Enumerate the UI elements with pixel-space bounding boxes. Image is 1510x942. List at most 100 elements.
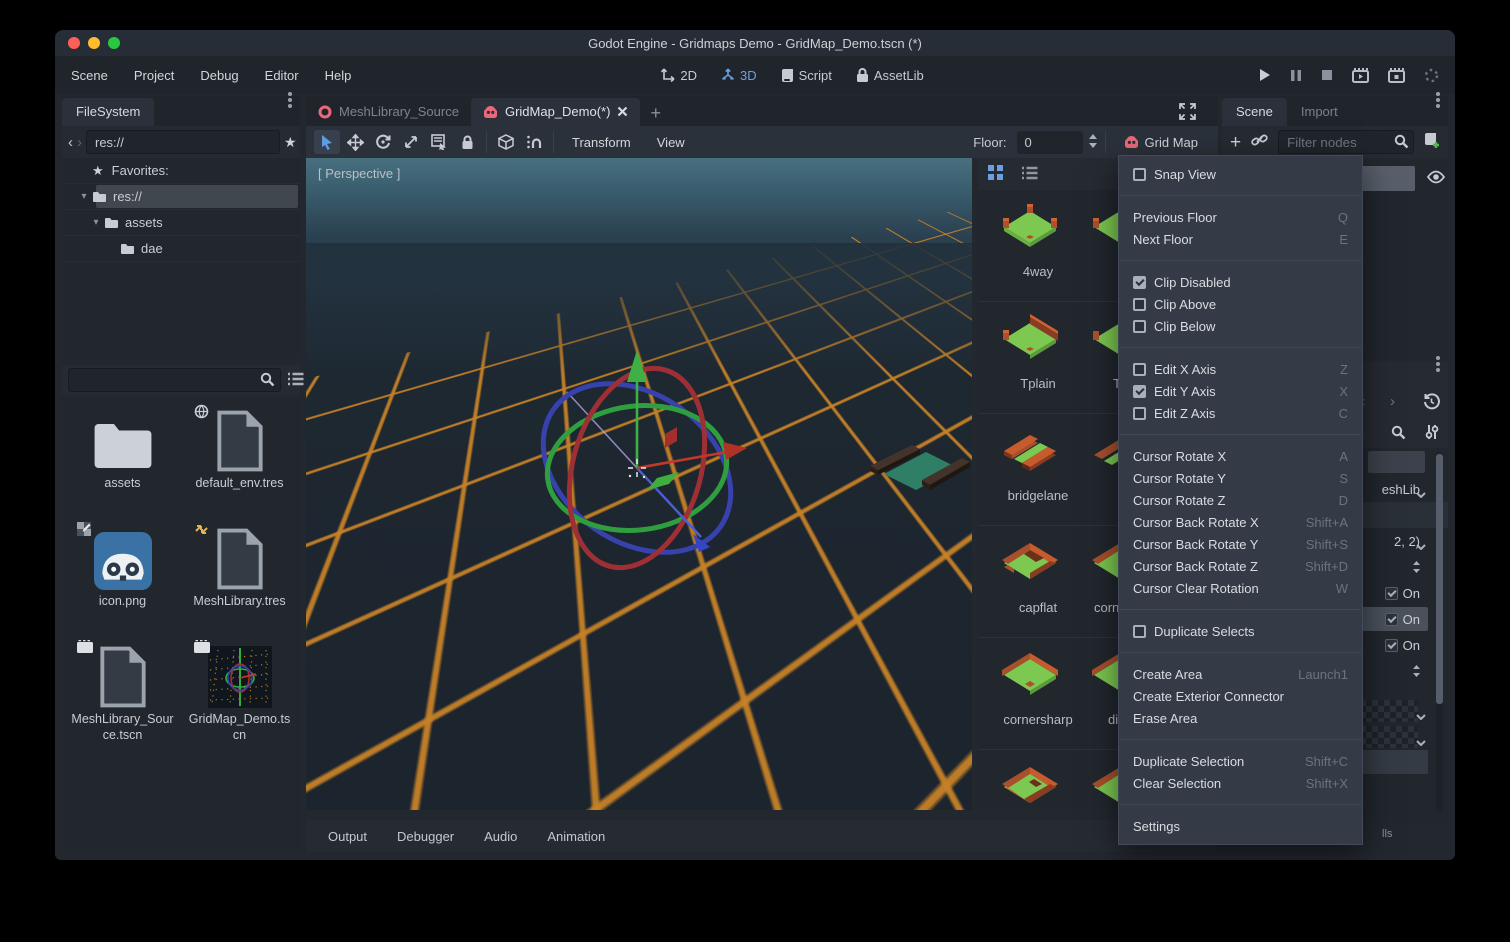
bottom-tab-audio[interactable]: Audio bbox=[484, 829, 517, 844]
file-item-assets[interactable]: assets bbox=[64, 406, 181, 524]
menu-item-cursor-back-rotate-y[interactable]: Cursor Back Rotate YShift+S bbox=[1119, 533, 1362, 555]
expand-viewport-icon[interactable] bbox=[1179, 103, 1196, 123]
menu-item-clip-disabled[interactable]: Clip Disabled bbox=[1119, 271, 1362, 293]
file-search-input[interactable] bbox=[68, 368, 281, 392]
new-tab-button[interactable]: + bbox=[640, 101, 671, 126]
favorite-star-button[interactable]: ★ bbox=[284, 134, 297, 151]
tab-import[interactable]: Import bbox=[1287, 98, 1352, 126]
menu-item-settings[interactable]: Settings bbox=[1119, 815, 1362, 837]
tree-item-favorites[interactable]: ★ Favorites: bbox=[62, 158, 300, 184]
history-forward-icon[interactable]: › bbox=[1390, 393, 1395, 410]
rotate-mode-button[interactable] bbox=[370, 130, 396, 154]
menu-item-create-exterior-connector[interactable]: Create Exterior Connector bbox=[1119, 685, 1362, 707]
close-window-button[interactable] bbox=[68, 37, 80, 49]
tab-filesystem[interactable]: FileSystem bbox=[62, 98, 154, 126]
mode-3d-button[interactable]: 3D bbox=[721, 68, 757, 83]
search-icon[interactable] bbox=[1391, 425, 1406, 443]
menu-item-cursor-back-rotate-x[interactable]: Cursor Back Rotate XShift+A bbox=[1119, 511, 1362, 533]
menu-item-cursor-back-rotate-z[interactable]: Cursor Back Rotate ZShift+D bbox=[1119, 555, 1362, 577]
chevron-down-icon[interactable]: ▾ bbox=[90, 217, 102, 228]
file-item-meshlibrary-tres[interactable]: MeshLibrary.tres bbox=[181, 524, 298, 642]
menu-item-previous-floor[interactable]: Previous FloorQ bbox=[1119, 206, 1362, 228]
menu-item-cursor-rotate-x[interactable]: Cursor Rotate XA bbox=[1119, 445, 1362, 467]
file-list-view-toggle[interactable] bbox=[287, 372, 304, 389]
history-icon[interactable] bbox=[1423, 393, 1440, 413]
view-menu[interactable]: View bbox=[645, 135, 697, 150]
menu-item-shortcut: Launch1 bbox=[1298, 667, 1348, 682]
menu-item-clip-below[interactable]: Clip Below bbox=[1119, 315, 1362, 337]
menu-item-duplicate-selection[interactable]: Duplicate SelectionShift+C bbox=[1119, 750, 1362, 772]
menu-item-edit-x-axis[interactable]: Edit X AxisZ bbox=[1119, 358, 1362, 380]
play-button[interactable] bbox=[1258, 68, 1271, 82]
menu-item-erase-area[interactable]: Erase Area bbox=[1119, 707, 1362, 729]
tree-item-dae[interactable]: dae bbox=[62, 236, 300, 262]
instance-scene-icon[interactable] bbox=[1251, 133, 1268, 151]
tree-item-res[interactable]: ▾ res:// bbox=[62, 184, 300, 210]
close-tab-icon[interactable] bbox=[617, 106, 628, 117]
mode-2d-button[interactable]: 2D bbox=[661, 68, 697, 83]
path-input[interactable] bbox=[86, 130, 280, 154]
file-item-gridmap-demo[interactable]: GridMap_Demo.tscn bbox=[181, 642, 298, 760]
bottom-tab-animation[interactable]: Animation bbox=[547, 829, 605, 844]
file-item-default-env[interactable]: default_env.tres bbox=[181, 406, 298, 524]
lock-button[interactable] bbox=[454, 130, 480, 154]
menu-item-cursor-clear-rotation[interactable]: Cursor Clear RotationW bbox=[1119, 577, 1362, 599]
mode-assetlib-button[interactable]: AssetLib bbox=[856, 68, 924, 83]
tools-icon[interactable] bbox=[1424, 424, 1440, 443]
menu-item-next-floor[interactable]: Next FloorE bbox=[1119, 228, 1362, 250]
snap-button[interactable] bbox=[521, 130, 547, 154]
viewport-3d[interactable]: [ Perspective ] bbox=[306, 158, 972, 810]
file-item-icon-png[interactable]: icon.png bbox=[64, 524, 181, 642]
play-scene-button[interactable] bbox=[1352, 68, 1369, 83]
scale-mode-button[interactable] bbox=[398, 130, 424, 154]
titlebar: Godot Engine - Gridmaps Demo - GridMap_D… bbox=[55, 30, 1455, 56]
chevron-down-icon[interactable]: ▾ bbox=[78, 191, 90, 202]
menu-item-clear-selection[interactable]: Clear SelectionShift+X bbox=[1119, 772, 1362, 794]
gridmap-menu-button[interactable]: Grid Map bbox=[1112, 135, 1210, 150]
menu-item-snap-view[interactable]: Snap View bbox=[1119, 163, 1362, 185]
menu-project[interactable]: Project bbox=[134, 68, 174, 83]
floor-value-input[interactable]: 0 bbox=[1017, 131, 1083, 154]
play-custom-scene-button[interactable] bbox=[1388, 68, 1405, 83]
stop-button[interactable] bbox=[1321, 69, 1333, 81]
menu-item-cursor-rotate-z[interactable]: Cursor Rotate ZD bbox=[1119, 489, 1362, 511]
forward-button[interactable]: › bbox=[77, 134, 82, 151]
tab-meshlibrary-source[interactable]: MeshLibrary_Source bbox=[306, 98, 471, 126]
menu-editor[interactable]: Editor bbox=[265, 68, 299, 83]
pause-button[interactable] bbox=[1290, 69, 1302, 82]
menu-item-clip-above[interactable]: Clip Above bbox=[1119, 293, 1362, 315]
attach-script-icon[interactable] bbox=[1424, 132, 1440, 152]
menu-debug[interactable]: Debug bbox=[200, 68, 238, 83]
file-item-meshlibrary-source[interactable]: MeshLibrary_Source.tscn bbox=[64, 642, 181, 760]
zoom-window-button[interactable] bbox=[108, 37, 120, 49]
list-view-icon[interactable] bbox=[1021, 166, 1038, 183]
tab-gridmap-demo[interactable]: GridMap_Demo(*) bbox=[471, 98, 640, 126]
transform-menu[interactable]: Transform bbox=[560, 135, 643, 150]
inspector-scrollbar[interactable] bbox=[1436, 452, 1443, 812]
add-node-button[interactable]: + bbox=[1230, 133, 1241, 152]
menu-item-duplicate-selects[interactable]: Duplicate Selects bbox=[1119, 620, 1362, 642]
list-select-button[interactable] bbox=[426, 130, 452, 154]
select-mode-button[interactable] bbox=[314, 130, 340, 154]
bottom-tab-output[interactable]: Output bbox=[328, 829, 367, 844]
tree-item-assets[interactable]: ▾ assets bbox=[62, 210, 300, 236]
minimize-window-button[interactable] bbox=[88, 37, 100, 49]
grid-view-icon[interactable] bbox=[988, 165, 1003, 183]
menu-scene[interactable]: Scene bbox=[71, 68, 108, 83]
bottom-tab-debugger[interactable]: Debugger bbox=[397, 829, 454, 844]
tab-scene[interactable]: Scene bbox=[1222, 98, 1287, 126]
viewport-perspective-label[interactable]: [ Perspective ] bbox=[318, 166, 400, 181]
eye-visibility-icon[interactable] bbox=[1426, 170, 1446, 187]
group-button[interactable] bbox=[493, 130, 519, 154]
scrollbar-thumb[interactable] bbox=[1436, 454, 1443, 704]
menu-item-create-area[interactable]: Create AreaLaunch1 bbox=[1119, 663, 1362, 685]
menu-item-edit-y-axis[interactable]: Edit Y AxisX bbox=[1119, 380, 1362, 402]
transform-gizmo[interactable] bbox=[517, 338, 757, 601]
menu-item-cursor-rotate-y[interactable]: Cursor Rotate YS bbox=[1119, 467, 1362, 489]
floor-spinner[interactable] bbox=[1087, 133, 1099, 152]
menu-item-edit-z-axis[interactable]: Edit Z AxisC bbox=[1119, 402, 1362, 424]
move-mode-button[interactable] bbox=[342, 130, 368, 154]
menu-help[interactable]: Help bbox=[325, 68, 352, 83]
back-button[interactable]: ‹ bbox=[68, 134, 73, 151]
mode-script-button[interactable]: Script bbox=[781, 68, 832, 83]
